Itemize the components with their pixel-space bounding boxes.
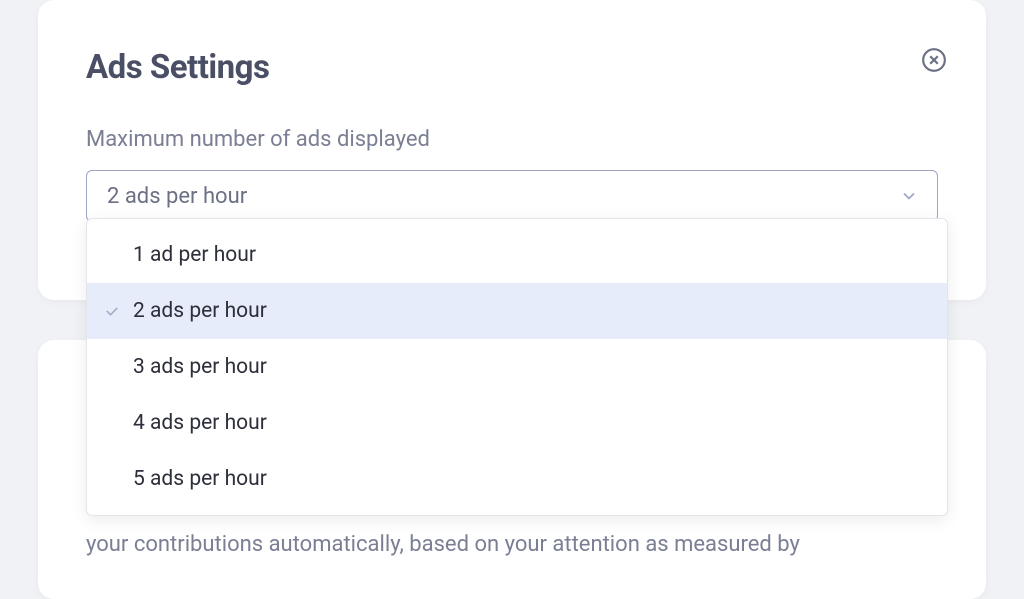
dropdown-option[interactable]: 3 ads per hour	[87, 339, 947, 395]
page-title: Ads Settings	[86, 48, 938, 87]
ads-per-hour-dropdown: 1 ad per hour 2 ads per hour 3 ads per h…	[86, 218, 948, 516]
dropdown-option[interactable]: 5 ads per hour	[87, 451, 947, 507]
chevron-down-icon	[899, 186, 919, 206]
check-icon	[103, 302, 121, 320]
option-label: 4 ads per hour	[133, 411, 267, 435]
option-label: 3 ads per hour	[133, 355, 267, 379]
select-value: 2 ads per hour	[107, 184, 247, 209]
option-label: 1 ad per hour	[133, 243, 256, 267]
ads-per-hour-select[interactable]: 2 ads per hour	[86, 170, 938, 222]
dropdown-option[interactable]: 4 ads per hour	[87, 395, 947, 451]
close-icon[interactable]	[920, 46, 948, 74]
dropdown-option[interactable]: 2 ads per hour	[87, 283, 947, 339]
option-label: 5 ads per hour	[133, 467, 267, 491]
option-label: 2 ads per hour	[133, 299, 267, 323]
dropdown-option[interactable]: 1 ad per hour	[87, 227, 947, 283]
body-text: your contributions automatically, based …	[86, 530, 948, 561]
field-label: Maximum number of ads displayed	[86, 127, 938, 152]
